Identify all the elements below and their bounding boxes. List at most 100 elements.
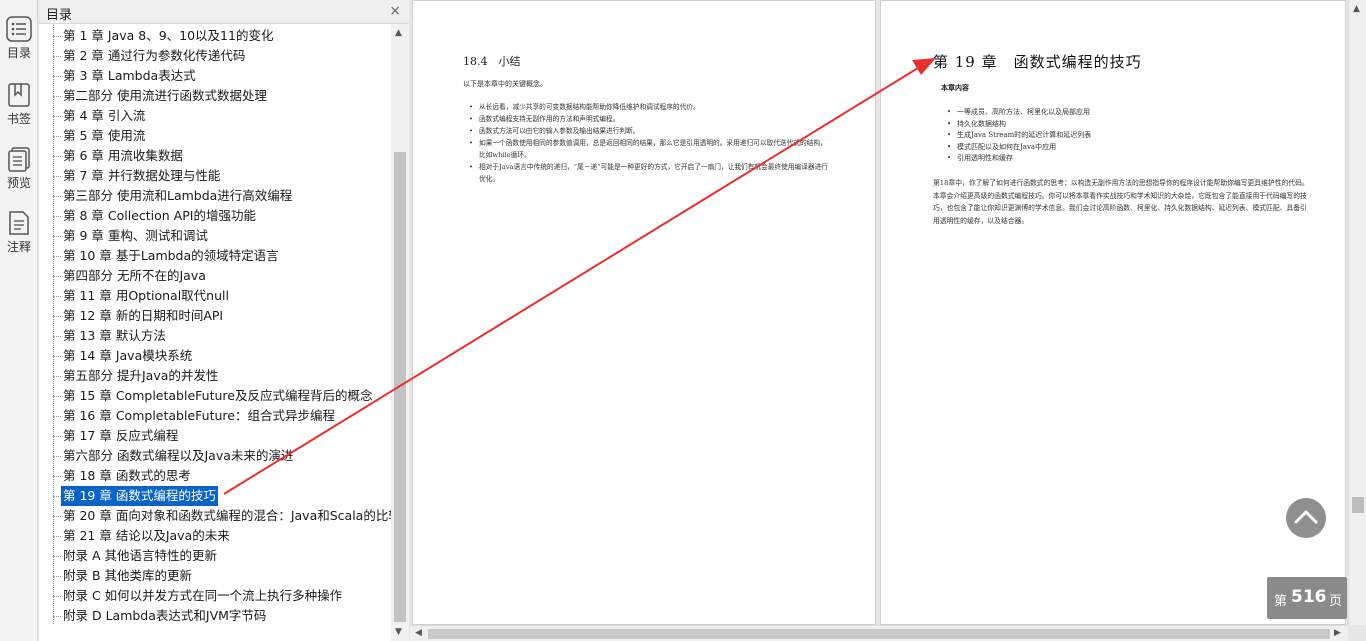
summary-bullet: 从长远看，减少共享的可变数据结构能帮助你降低维护和调试程序的代价。 (469, 101, 829, 113)
tree-tick (53, 36, 61, 37)
tree-tick (53, 176, 61, 177)
toc-item[interactable]: 附录 A 其他语言特性的更新 (61, 546, 219, 566)
chapter-title: 第 19 章 函数式编程的技巧 (933, 53, 1142, 71)
toc-panel: 目录 × 第 1 章 Java 8、9、10以及11的变化第 2 章 通过行为参… (39, 0, 409, 641)
tree-tick (53, 556, 61, 557)
rail-note-button[interactable]: 注释 (0, 210, 38, 270)
tree-tick (53, 356, 61, 357)
toc-item[interactable]: 第 4 章 引入流 (61, 106, 147, 126)
tree-tick (53, 436, 61, 437)
toc-item[interactable]: 第 11 章 用Optional取代null (61, 286, 231, 306)
tree-tick (53, 376, 61, 377)
rail-toc-button[interactable]: 目录 (0, 16, 38, 76)
toc-item[interactable]: 第 9 章 重构、测试和调试 (61, 226, 210, 246)
summary-bullet: 函数式方法可以由它的输入参数及输出结果进行判断。 (469, 125, 829, 137)
tree-tick (53, 216, 61, 217)
tree-tick (53, 396, 61, 397)
horizontal-scroll-thumb[interactable] (428, 629, 1330, 639)
document-horizontal-scrollbar[interactable]: ◀ ▶ (410, 625, 1348, 641)
page-right: 第 19 章 函数式编程的技巧 本章内容 一等成员、高阶方法、柯里化以及局部应用… (880, 0, 1346, 625)
toc-item[interactable]: 附录 D Lambda表达式和JVM字节码 (61, 606, 268, 626)
toc-item[interactable]: 第 17 章 反应式编程 (61, 426, 180, 446)
summary-bullet: 函数式编程支持无副作用的方法和声明式编程。 (469, 113, 829, 125)
rail-note-label: 注释 (6, 240, 31, 254)
summary-list: 从长远看，减少共享的可变数据结构能帮助你降低维护和调试程序的代价。函数式编程支持… (469, 101, 829, 185)
chapter-content-item: 引用透明性和缓存 (947, 153, 1091, 165)
toc-item[interactable]: 第 21 章 结论以及Java的未来 (61, 526, 232, 546)
document-view[interactable]: 18.4 小结 以下是本章中的关键概念。 从长远看，减少共享的可变数据结构能帮助… (410, 0, 1348, 625)
document-vertical-scrollbar[interactable]: ▲ (1348, 0, 1366, 625)
toc-item[interactable]: 附录 B 其他类库的更新 (61, 566, 194, 586)
section-heading: 18.4 小结 (463, 55, 521, 68)
toc-item[interactable]: 第六部分 函数式编程以及Java未来的演进 (61, 446, 295, 466)
toc-item[interactable]: 第 10 章 基于Lambda的领域特定语言 (61, 246, 281, 266)
back-to-top-button[interactable] (1286, 498, 1326, 538)
rail-preview-button[interactable]: 预览 (0, 146, 38, 206)
chapter-content-item: 模式匹配以及如何在Java中应用 (947, 142, 1091, 154)
close-icon[interactable]: × (389, 3, 401, 19)
page-indicator-suffix: 页 (1329, 594, 1343, 609)
toc-item[interactable]: 第二部分 使用流进行函数式数据处理 (61, 86, 269, 106)
toc-item[interactable]: 第三部分 使用流和Lambda进行高效编程 (61, 186, 294, 206)
toc-item[interactable]: 第 14 章 Java模块系统 (61, 346, 194, 366)
summary-bullet: 如果一个函数使用相同的参数值调用，总是返回相同的结果，那么它是引用透明的。采用递… (469, 137, 829, 161)
chevron-up-icon (1294, 510, 1318, 524)
tree-tick (53, 496, 61, 497)
chapter-content-item: 持久化数据结构 (947, 119, 1091, 131)
tree-tick (53, 116, 61, 117)
toc-item[interactable]: 第 20 章 面向对象和函数式编程的混合：Java和Scala的比较 (61, 506, 391, 526)
toc-item[interactable]: 第五部分 提升Java的并发性 (61, 366, 220, 386)
toc-item[interactable]: 第 13 章 默认方法 (61, 326, 168, 346)
tree-tick (53, 196, 61, 197)
tree-tick (53, 416, 61, 417)
toc-item[interactable]: 第 1 章 Java 8、9、10以及11的变化 (61, 26, 275, 46)
tree-tick (53, 56, 61, 57)
rail-bookmark-button[interactable]: 书签 (0, 82, 38, 142)
toc-item[interactable]: 第 8 章 Collection API的增强功能 (61, 206, 258, 226)
tree-tick (53, 296, 61, 297)
scroll-up-icon[interactable]: ▲ (1353, 4, 1360, 14)
chapter-content-item: 一等成员、高阶方法、柯里化以及局部应用 (947, 107, 1091, 119)
toc-item[interactable]: 第 5 章 使用流 (61, 126, 147, 146)
toc-scrollbar[interactable]: ▲ ▼ (391, 24, 409, 641)
toc-item[interactable]: 第 16 章 CompletableFuture：组合式异步编程 (61, 406, 337, 426)
side-rail: 目录 书签 预览 注释 (0, 0, 38, 641)
toc-item[interactable]: 第 3 章 Lambda表达式 (61, 66, 198, 86)
toc-item[interactable]: 第 6 章 用流收集数据 (61, 146, 185, 166)
toc-item[interactable]: 第 7 章 并行数据处理与性能 (61, 166, 222, 186)
scroll-right-icon[interactable]: ▶ (1334, 628, 1341, 638)
toc-item-selected[interactable]: 第 19 章 函数式编程的技巧 (61, 486, 218, 506)
toc-scroll-thumb[interactable] (394, 152, 406, 622)
rail-bookmark-label: 书签 (6, 112, 31, 126)
toc-item[interactable]: 第四部分 无所不在的Java (61, 266, 208, 286)
scroll-down-icon[interactable]: ▼ (395, 627, 402, 637)
toc-item[interactable]: 附录 C 如何以并发方式在同一个流上执行多种操作 (61, 586, 344, 606)
tree-tick (53, 616, 61, 617)
toc-item[interactable]: 第 2 章 通过行为参数化传递代码 (61, 46, 247, 66)
toc-header: 目录 × (39, 0, 409, 24)
document-scroll-thumb[interactable] (1352, 497, 1364, 513)
tree-tick (53, 76, 61, 77)
page-indicator: 第 516 页 (1267, 577, 1347, 619)
tree-tick (53, 316, 61, 317)
tree-tick (53, 276, 61, 277)
list-icon (6, 16, 32, 42)
page-number: 516 (1291, 587, 1327, 607)
toc-item[interactable]: 第 12 章 新的日期和时间API (61, 306, 225, 326)
note-icon (9, 211, 29, 235)
scroll-up-icon[interactable]: ▲ (395, 28, 402, 38)
toc-title: 目录 (46, 8, 73, 23)
tree-tick (53, 536, 61, 537)
chapter-contents-list: 一等成员、高阶方法、柯里化以及局部应用持久化数据结构生成Java Stream时… (947, 107, 1091, 165)
page-indicator-prefix: 第 (1274, 594, 1288, 609)
bookmark-icon (8, 83, 30, 107)
toc-item[interactable]: 第 18 章 函数式的思考 (61, 466, 193, 486)
scroll-left-icon[interactable]: ◀ (415, 628, 422, 638)
toc-item[interactable]: 第 15 章 CompletableFuture及反应式编程背后的概念 (61, 386, 374, 406)
tree-tick (53, 96, 61, 97)
tree-tick (53, 256, 61, 257)
rail-toc-label: 目录 (6, 46, 31, 60)
toc-list: 第 1 章 Java 8、9、10以及11的变化第 2 章 通过行为参数化传递代… (39, 24, 391, 641)
preview-icon (8, 147, 30, 172)
tree-line (53, 24, 54, 624)
